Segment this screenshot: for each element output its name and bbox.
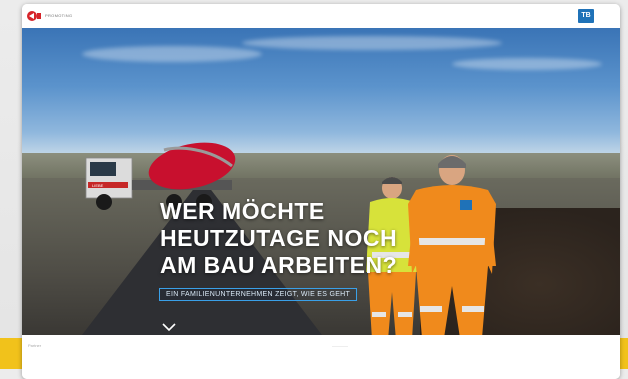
hero-headline: WER MÖCHTE HEUTZUTAGE NOCH AM BAU ARBEIT… <box>160 198 397 279</box>
chevron-down-icon[interactable] <box>162 322 176 332</box>
company-logo[interactable] <box>26 10 42 22</box>
hero-banner: LIEBE WER MÖCHTE HEUTZUTAGE NOCH AM BAU … <box>22 28 620 335</box>
headline-line-2: HEUTZUTAGE NOCH <box>160 225 398 251</box>
browser-page: PROMOTING TB LIEBE WER MÖCHTE HEUTZUTAGE… <box>22 4 620 379</box>
top-navigation-bar: PROMOTING TB <box>22 4 620 28</box>
hero-subline-button[interactable]: EIN FAMILIENUNTERNEHMEN ZEIGT, WIE ES GE… <box>159 288 358 301</box>
below-center-text: ———— <box>332 343 348 348</box>
headline-line-1: WER MÖCHTE <box>160 198 325 224</box>
brand-tagline: PROMOTING <box>45 13 73 18</box>
worker-orange-suit <box>408 155 496 335</box>
truck-label: LIEBE <box>92 183 104 188</box>
below-left-text: Partner <box>28 343 42 348</box>
partner-logo[interactable]: TB <box>578 9 594 23</box>
headline-line-3: AM BAU ARBEITEN? <box>160 252 398 278</box>
below-fold-section: Partner ———— <box>22 335 620 379</box>
